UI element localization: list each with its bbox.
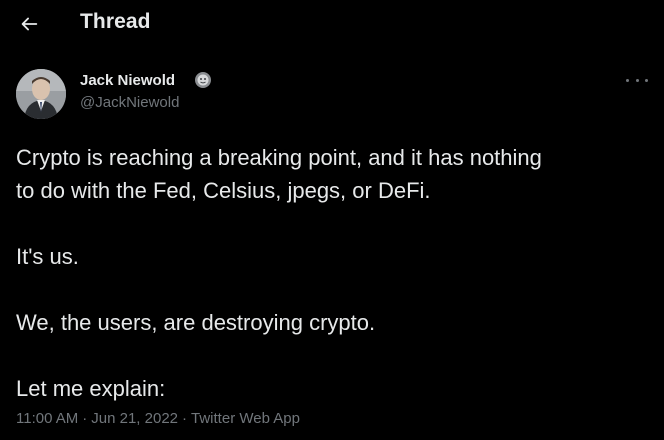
- author-handle[interactable]: @JackNiewold: [80, 94, 179, 111]
- tweet-text: Crypto is reaching a breaking point, and…: [16, 141, 656, 405]
- tweet-source: Twitter Web App: [191, 410, 300, 427]
- meta-separator: ·: [182, 410, 188, 427]
- tweet-line: Let me explain:: [16, 376, 166, 401]
- tweet-line: Crypto is reaching a breaking point, and…: [16, 145, 542, 170]
- meta-separator: ·: [82, 410, 88, 427]
- tweet-line: to do with the Fed, Celsius, jpegs, or D…: [16, 178, 431, 203]
- tweet-time[interactable]: 11:00 AM: [16, 410, 78, 427]
- author-name[interactable]: Jack Niewold: [80, 72, 175, 89]
- tweet-line: We, the users, are destroying crypto.: [16, 310, 376, 335]
- tweet-thread-page: Thread Jack Niewold @JackNiewold Crypto …: [0, 0, 664, 440]
- tweet-line: It's us.: [16, 244, 79, 269]
- badge-icon: [194, 71, 212, 89]
- avatar[interactable]: [16, 69, 66, 119]
- tweet-meta: 11:00 AM · Jun 21, 2022 · Twitter Web App: [16, 410, 300, 427]
- back-arrow-icon[interactable]: [16, 11, 42, 37]
- more-horizontal-icon[interactable]: [626, 74, 648, 86]
- tweet-date[interactable]: Jun 21, 2022: [91, 410, 178, 427]
- header-bar: Thread: [0, 0, 664, 48]
- page-title: Thread: [80, 10, 151, 33]
